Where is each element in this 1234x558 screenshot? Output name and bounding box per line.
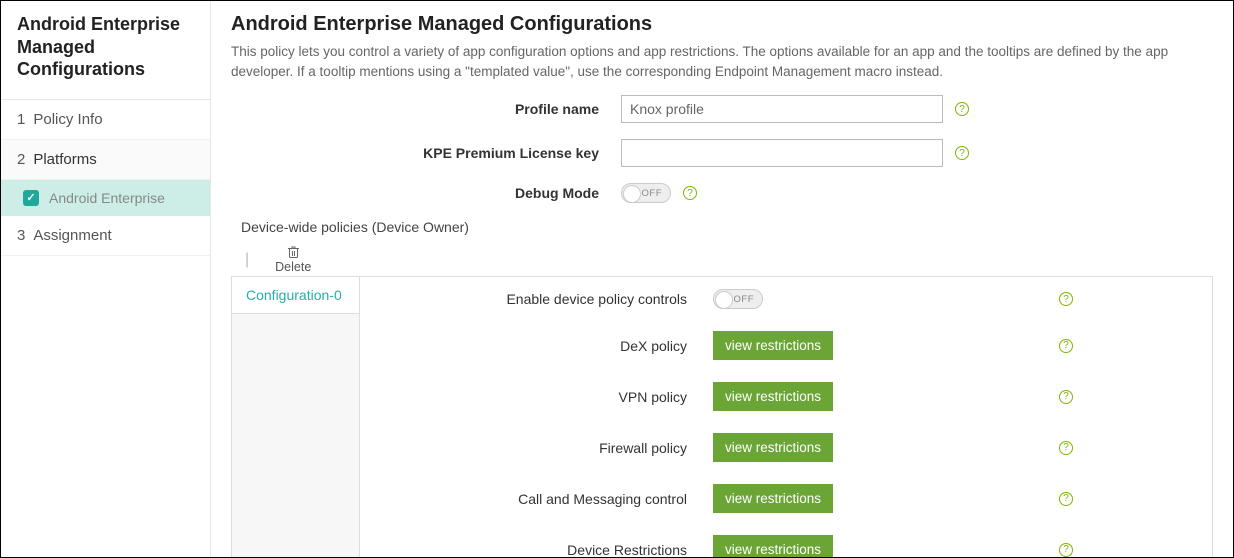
cfg-row-enable-controls: Enable device policy controls OFF ?: [378, 289, 1194, 309]
help-icon[interactable]: ?: [1059, 543, 1073, 557]
row-license-key: KPE Premium License key ?: [231, 139, 1213, 167]
help-icon[interactable]: ?: [1059, 292, 1073, 306]
step-number: 1: [17, 111, 25, 128]
label-license-key: KPE Premium License key: [231, 145, 621, 161]
step-label: Policy Info: [33, 111, 102, 128]
app-frame: Android Enterprise Managed Configuration…: [0, 0, 1234, 558]
cfg-label: Firewall policy: [378, 440, 713, 456]
view-restrictions-button[interactable]: view restrictions: [713, 433, 833, 462]
substep-label: Android Enterprise: [49, 190, 165, 206]
step-label: Platforms: [33, 151, 96, 168]
help-icon[interactable]: ?: [1059, 441, 1073, 455]
help-icon[interactable]: ?: [955, 102, 969, 116]
config-body: Enable device policy controls OFF ? DeX …: [360, 277, 1212, 557]
help-icon[interactable]: ?: [1059, 492, 1073, 506]
sidebar: Android Enterprise Managed Configuration…: [1, 1, 211, 557]
view-restrictions-button[interactable]: view restrictions: [713, 535, 833, 557]
input-profile-name[interactable]: [621, 95, 943, 123]
cfg-label: Enable device policy controls: [378, 291, 713, 307]
step-number: 2: [17, 151, 25, 168]
row-debug-mode: Debug Mode OFF ?: [231, 183, 1213, 203]
config-tab-list: Configuration-0: [232, 277, 360, 557]
sidebar-substep-android-enterprise[interactable]: ✓ Android Enterprise: [1, 180, 210, 216]
toggle-debug-mode[interactable]: OFF: [621, 183, 671, 203]
main-content: Android Enterprise Managed Configuration…: [211, 1, 1233, 557]
config-tab-0[interactable]: Configuration-0: [232, 277, 359, 314]
trash-icon: [287, 245, 300, 259]
cfg-row-device-restrictions: Device Restrictions view restrictions ?: [378, 535, 1194, 557]
sidebar-step-policy-info[interactable]: 1 Policy Info: [1, 100, 210, 140]
label-debug-mode: Debug Mode: [231, 185, 621, 201]
page-title: Android Enterprise Managed Configuration…: [231, 13, 1213, 36]
sidebar-step-platforms[interactable]: 2 Platforms: [1, 140, 210, 180]
checkbox-checked-icon: ✓: [23, 190, 39, 206]
step-label: Assignment: [33, 227, 111, 244]
cfg-row-vpn-policy: VPN policy view restrictions ?: [378, 382, 1194, 411]
cfg-label: Device Restrictions: [378, 542, 713, 557]
row-profile-name: Profile name ?: [231, 95, 1213, 123]
toggle-enable-controls[interactable]: OFF: [713, 289, 763, 309]
label-profile-name: Profile name: [231, 101, 621, 117]
page-description: This policy lets you control a variety o…: [231, 42, 1213, 81]
help-icon[interactable]: ?: [955, 146, 969, 160]
view-restrictions-button[interactable]: view restrictions: [713, 382, 833, 411]
delete-button[interactable]: Delete: [275, 245, 311, 274]
cfg-label: VPN policy: [378, 389, 713, 405]
cfg-row-call-messaging: Call and Messaging control view restrict…: [378, 484, 1194, 513]
cfg-label: DeX policy: [378, 338, 713, 354]
step-number: 3: [17, 227, 25, 244]
input-license-key[interactable]: [621, 139, 943, 167]
sidebar-title: Android Enterprise Managed Configuration…: [1, 1, 210, 100]
section-device-wide-label: Device-wide policies (Device Owner): [241, 219, 1213, 235]
help-icon[interactable]: ?: [1059, 339, 1073, 353]
delete-label: Delete: [275, 260, 311, 274]
cfg-label: Call and Messaging control: [378, 491, 713, 507]
config-toolbar: | Delete: [231, 245, 1213, 276]
cfg-row-firewall-policy: Firewall policy view restrictions ?: [378, 433, 1194, 462]
sidebar-step-assignment[interactable]: 3 Assignment: [1, 216, 210, 256]
toolbar-separator: |: [245, 251, 249, 269]
help-icon[interactable]: ?: [1059, 390, 1073, 404]
cfg-row-dex-policy: DeX policy view restrictions ?: [378, 331, 1194, 360]
view-restrictions-button[interactable]: view restrictions: [713, 331, 833, 360]
help-icon[interactable]: ?: [683, 186, 697, 200]
view-restrictions-button[interactable]: view restrictions: [713, 484, 833, 513]
config-panel: Configuration-0 Enable device policy con…: [231, 276, 1213, 557]
